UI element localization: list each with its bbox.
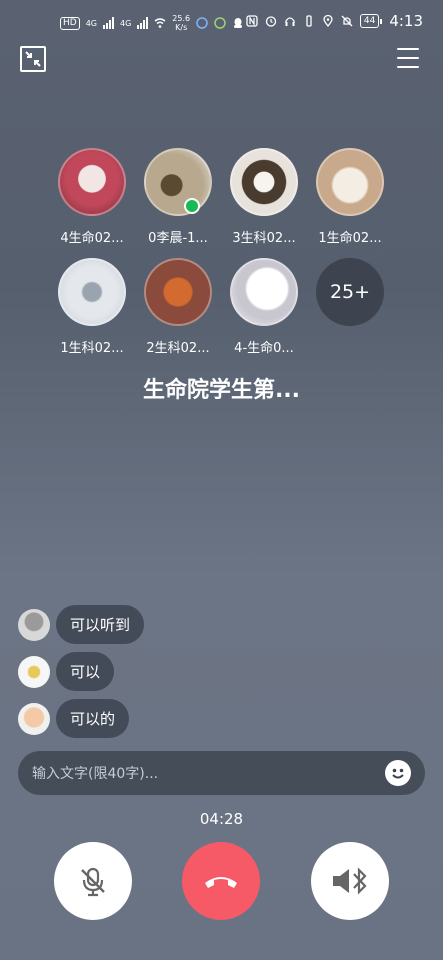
member-item[interactable]: 4-生命0... [221,258,307,356]
member-item[interactable]: 4生命02... [49,148,135,246]
group-title: 生命院学生第... [142,378,301,403]
chat-message: 可以 [18,652,115,691]
avatar [316,148,384,216]
app-notification-icon [196,17,208,29]
signal-icon-2 [137,17,149,29]
menu-icon[interactable] [397,48,419,68]
signal-icon [103,17,114,29]
emoji-icon[interactable] [385,760,411,786]
mute-notification-icon [341,15,353,27]
avatar [230,148,298,216]
mute-microphone-button[interactable] [54,842,132,920]
member-item[interactable]: 1生命02... [307,148,393,246]
hang-up-phone-icon [205,877,237,888]
more-members-button[interactable]: 25+ [307,258,393,326]
avatar [18,655,50,688]
network-type-2: 4G [120,18,132,28]
avatar [18,608,50,641]
avatar [18,702,50,735]
battery-level: 44 [359,14,380,28]
member-name: 1生命02... [318,231,382,246]
member-item[interactable]: 2生科02... [135,258,221,356]
status-left: HD 4G 4G 25.6 K/s [60,14,244,32]
message-bubble: 可以 [56,652,115,691]
alarm-icon [265,16,277,27]
hang-up-button[interactable] [182,842,260,920]
qq-icon [234,18,243,28]
network-speed: 25.6 K/s [172,14,190,32]
headphones-icon [285,17,295,26]
microphone-off-icon [81,867,105,897]
clock: 4:13 [389,12,423,30]
app-notification-icon-2 [214,17,226,29]
member-name: 1生科02... [60,341,124,356]
member-name: 4-生命0... [234,341,294,356]
speaking-indicator-icon [184,198,200,214]
member-name: 2生科02... [146,341,210,356]
wifi-icon [154,18,166,28]
location-icon [323,15,333,27]
avatar [58,258,126,326]
message-bubble: 可以听到 [56,605,145,644]
battery-icon: 44 [359,14,383,28]
avatar [144,148,212,216]
nfc-icon [246,15,258,27]
avatar [230,258,298,326]
avatar [144,258,212,326]
member-name: 3生科02... [232,231,296,246]
speaker-bluetooth-icon [333,867,367,895]
more-members-count: 25+ [316,258,384,326]
member-item[interactable]: 1生科02... [49,258,135,356]
chat-message: 可以听到 [18,605,145,644]
status-right: 44 4:13 [246,12,423,30]
message-input[interactable]: 输入文字(限40字)... [18,751,425,795]
call-timer: 04:28 [199,810,244,828]
chat-message: 可以的 [18,699,130,738]
network-type-1: 4G [85,18,97,28]
speed-unit: K/s [175,23,188,32]
member-item[interactable]: 0李晨-1... [135,148,221,246]
vibrate-icon [306,15,312,27]
member-item[interactable]: 3生科02... [221,148,307,246]
speed-value: 25.6 [172,14,191,23]
hd-badge: HD [60,16,80,30]
message-bubble: 可以的 [56,699,130,738]
speaker-bluetooth-button[interactable] [311,842,389,920]
member-name: 4生命02... [60,231,124,246]
message-input-placeholder: 输入文字(限40字)... [32,766,159,782]
status-bar: HD 4G 4G 25.6 K/s 44 4:13 [0,0,443,40]
member-name: 0李晨-1... [148,231,208,246]
minimize-icon[interactable] [20,46,46,72]
avatar [58,148,126,216]
